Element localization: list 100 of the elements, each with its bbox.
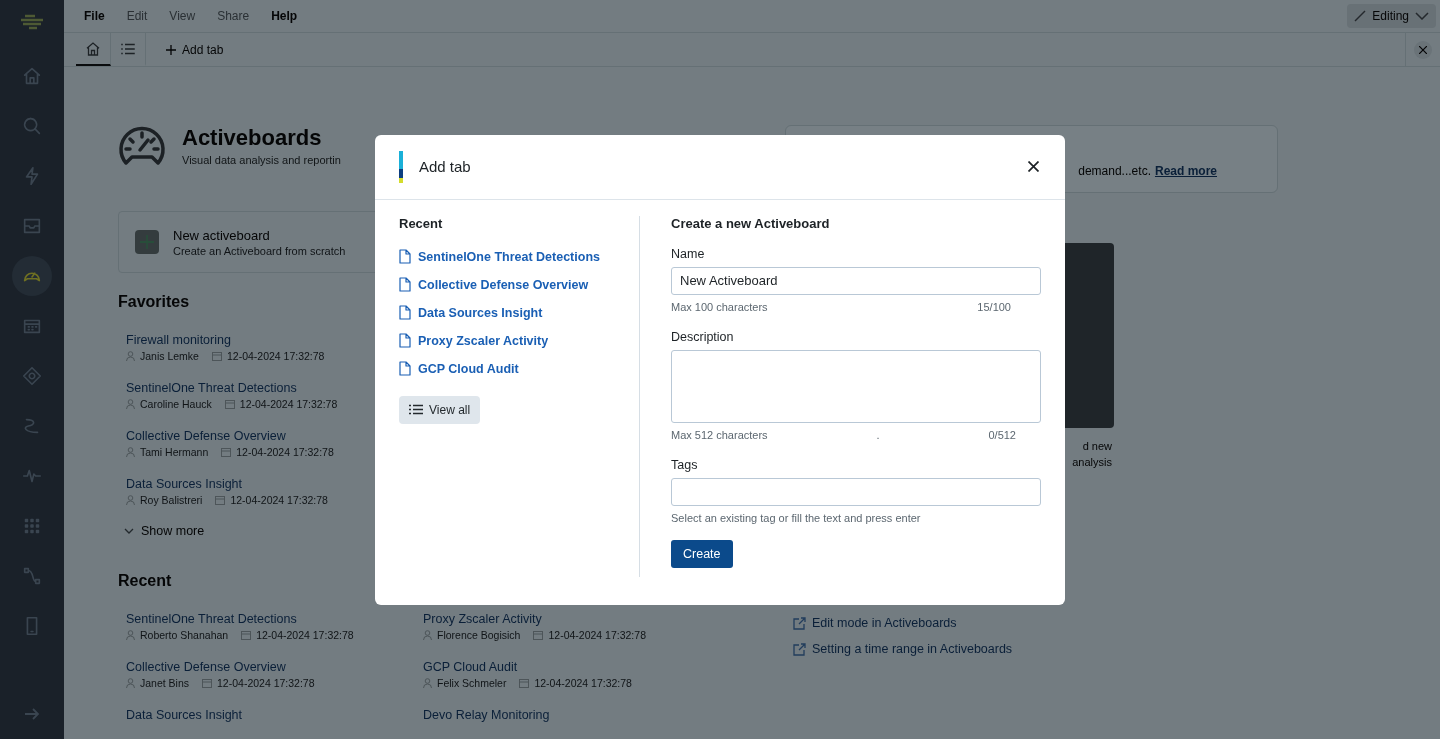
document-icon (399, 333, 411, 348)
board-link[interactable]: Proxy Zscaler Activity (418, 333, 549, 348)
calendar-icon (221, 447, 232, 457)
timestamp: 12-04-2024 17:32:78 (236, 446, 334, 458)
user-icon (126, 630, 135, 640)
dot-text: . (876, 428, 880, 441)
user-icon (423, 678, 432, 688)
plus-icon (135, 230, 159, 254)
board-link[interactable]: Data Sources Insight (126, 708, 243, 722)
timestamp: 12-04-2024 17:32:78 (230, 494, 328, 506)
close-button[interactable] (1026, 159, 1041, 174)
hint-text: Max 512 characters (671, 428, 768, 441)
show-more-button[interactable]: Show more (124, 524, 205, 538)
calendar-icon (533, 630, 544, 640)
board-link[interactable]: Data Sources Insight (418, 305, 543, 320)
chevron-down-icon (124, 528, 134, 534)
character-count: 15/100 (977, 300, 1011, 313)
calendar-icon (215, 495, 226, 505)
timestamp: 12-04-2024 17:32:78 (548, 629, 646, 641)
name-input[interactable]: New Activeboard (671, 266, 1041, 295)
section-heading: Favorites (118, 293, 190, 311)
board-link[interactable]: Proxy Zscaler Activity (423, 612, 542, 626)
logo-icon (19, 14, 45, 30)
timestamp: 12-04-2024 17:32:78 (256, 629, 354, 641)
document-icon (399, 361, 411, 376)
character-count: 0/512 (988, 428, 1016, 441)
board-link[interactable]: SentinelOne Threat Detections (126, 381, 297, 395)
board-link[interactable]: SentinelOne Threat Detections (418, 249, 600, 264)
add-tab-button[interactable]: Add tab (146, 33, 244, 66)
document-icon (399, 249, 411, 264)
page-subtitle: Visual data analysis and reportin (182, 154, 341, 166)
board-link[interactable]: Collective Defense Overview (126, 660, 286, 674)
user-icon (126, 351, 135, 361)
author-name: Roberto Shanahan (140, 629, 229, 641)
create-button[interactable]: Create (671, 539, 733, 568)
field-label: Name (671, 246, 706, 261)
pencil-icon (1354, 10, 1367, 22)
calendar-icon (211, 351, 222, 361)
document-icon (399, 277, 411, 292)
card-title: New activeboard (173, 227, 271, 243)
gauge-icon (118, 125, 166, 167)
author-name: Felix Schmeler (437, 677, 507, 689)
caption-text: analysis (1072, 455, 1112, 470)
user-icon (423, 630, 432, 640)
author-name: Caroline Hauck (140, 398, 212, 410)
board-link[interactable]: Data Sources Insight (126, 477, 243, 491)
timestamp: 12-04-2024 17:32:78 (226, 350, 325, 362)
board-link[interactable]: SentinelOne Threat Detections (126, 612, 297, 626)
menu-item[interactable]: Help (271, 9, 298, 23)
timestamp: 12-04-2024 17:32:78 (239, 398, 338, 410)
card-subtitle: Create an Activeboard from scratch (173, 244, 346, 257)
board-link[interactable]: Firewall monitoring (126, 333, 231, 347)
caret-icon (1415, 12, 1429, 20)
board-link[interactable]: GCP Cloud Audit (418, 361, 519, 376)
field-label: Description (671, 329, 735, 344)
author-name: Roy Balistreri (140, 494, 203, 506)
board-link[interactable]: Collective Defense Overview (126, 429, 286, 443)
external-link-icon (793, 642, 806, 656)
board-link[interactable]: Devo Relay Monitoring (423, 708, 550, 722)
hint-text: Max 100 characters (671, 300, 768, 313)
field-label: Tags (671, 457, 699, 472)
board-link[interactable]: Collective Defense Overview (418, 277, 589, 292)
help-link[interactable]: Edit mode in Activeboards (812, 616, 957, 630)
home-tab[interactable] (76, 33, 111, 66)
user-icon (126, 447, 135, 457)
read-more-link[interactable]: Read more (1154, 164, 1217, 178)
tags-input[interactable] (671, 477, 1041, 506)
hint-text: Select an existing tag or fill the text and press enter (671, 511, 922, 524)
document-icon (399, 305, 411, 320)
calendar-icon (241, 630, 252, 640)
page-title: Activeboards (182, 125, 323, 151)
menu-item[interactable]: File (84, 9, 105, 23)
list-icon (409, 404, 423, 415)
calendar-icon (224, 399, 235, 409)
calendar-icon (519, 678, 530, 688)
close-icon (1028, 161, 1039, 172)
close-icon (1419, 45, 1427, 54)
caption-text: d new (1082, 439, 1112, 454)
info-text: demand...etc. (1078, 164, 1151, 178)
user-icon (126, 495, 135, 505)
author-name: Florence Bogisich (437, 629, 521, 641)
plus-icon (166, 44, 176, 55)
user-icon (126, 399, 135, 409)
timestamp: 12-04-2024 17:32:78 (534, 677, 632, 689)
board-link[interactable]: GCP Cloud Audit (423, 660, 518, 674)
calendar-icon (202, 678, 213, 688)
help-link[interactable]: Setting a time range in Activeboards (812, 642, 1013, 656)
description-input[interactable] (671, 349, 1041, 423)
timestamp: 12-04-2024 17:32:78 (217, 677, 315, 689)
author-name: Tami Hermann (140, 446, 209, 458)
user-icon (126, 678, 135, 688)
section-heading: Recent (118, 572, 172, 590)
editing-dropdown[interactable]: Editing (1347, 4, 1436, 28)
gauge-icon[interactable] (12, 256, 52, 296)
view-all-button[interactable]: View all (399, 395, 481, 424)
author-name: Janet Bins (140, 677, 190, 689)
accent-bar-icon (399, 150, 403, 183)
dialog-title: Add tab (419, 158, 471, 175)
author-name: Janis Lemke (140, 350, 199, 362)
external-link-icon (793, 616, 806, 630)
